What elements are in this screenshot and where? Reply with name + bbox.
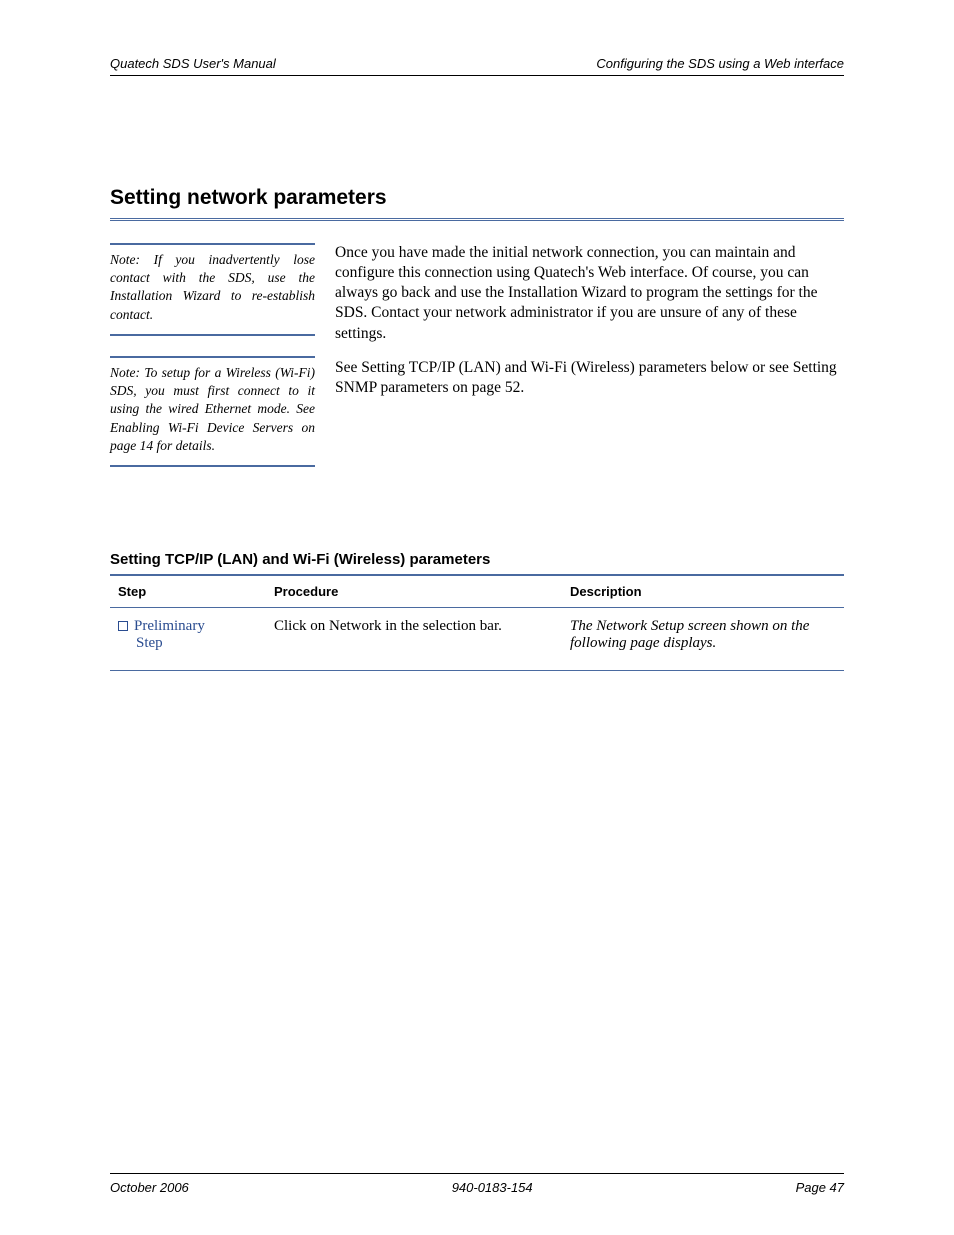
notes-column: Note: If you inadvertently lose contact … bbox=[110, 243, 315, 487]
header-left: Quatech SDS User's Manual bbox=[110, 56, 276, 71]
footer-left: October 2006 bbox=[110, 1180, 189, 1195]
procedure-table: Step Procedure Description Preliminary S… bbox=[110, 576, 844, 671]
body-column: Once you have made the initial network c… bbox=[335, 243, 844, 487]
page: Quatech SDS User's Manual Configuring th… bbox=[0, 0, 954, 1235]
running-footer: October 2006 940-0183-154 Page 47 bbox=[110, 1173, 844, 1195]
step-label: Preliminary bbox=[134, 618, 205, 634]
footer-center: 940-0183-154 bbox=[452, 1180, 533, 1195]
checkbox-icon bbox=[118, 621, 128, 631]
section-body: Note: If you inadvertently lose contact … bbox=[110, 243, 844, 487]
col-description: Description bbox=[562, 576, 844, 608]
col-procedure: Procedure bbox=[266, 576, 562, 608]
footer-right: Page 47 bbox=[796, 1180, 844, 1195]
col-step: Step bbox=[110, 576, 266, 608]
note-wireless-setup: Note: To setup for a Wireless (Wi-Fi) SD… bbox=[110, 356, 315, 467]
header-right: Configuring the SDS using a Web interfac… bbox=[596, 56, 844, 71]
procedure-cell: Click on Network in the selection bar. bbox=[266, 607, 562, 670]
note-lose-contact: Note: If you inadvertently lose contact … bbox=[110, 243, 315, 336]
running-header: Quatech SDS User's Manual Configuring th… bbox=[110, 56, 844, 76]
description-cell: The Network Setup screen shown on the fo… bbox=[562, 607, 844, 670]
section-heading: Setting network parameters bbox=[110, 186, 844, 221]
step-cell: Preliminary Step bbox=[110, 607, 266, 670]
subsection-heading: Setting TCP/IP (LAN) and Wi-Fi (Wireless… bbox=[110, 551, 844, 576]
intro-paragraph-2: See Setting TCP/IP (LAN) and Wi-Fi (Wire… bbox=[335, 358, 844, 398]
intro-paragraph-1: Once you have made the initial network c… bbox=[335, 243, 844, 344]
table-header-row: Step Procedure Description bbox=[110, 576, 844, 608]
step-sublabel: Step bbox=[136, 635, 163, 651]
table-row: Preliminary Step Click on Network in the… bbox=[110, 607, 844, 670]
